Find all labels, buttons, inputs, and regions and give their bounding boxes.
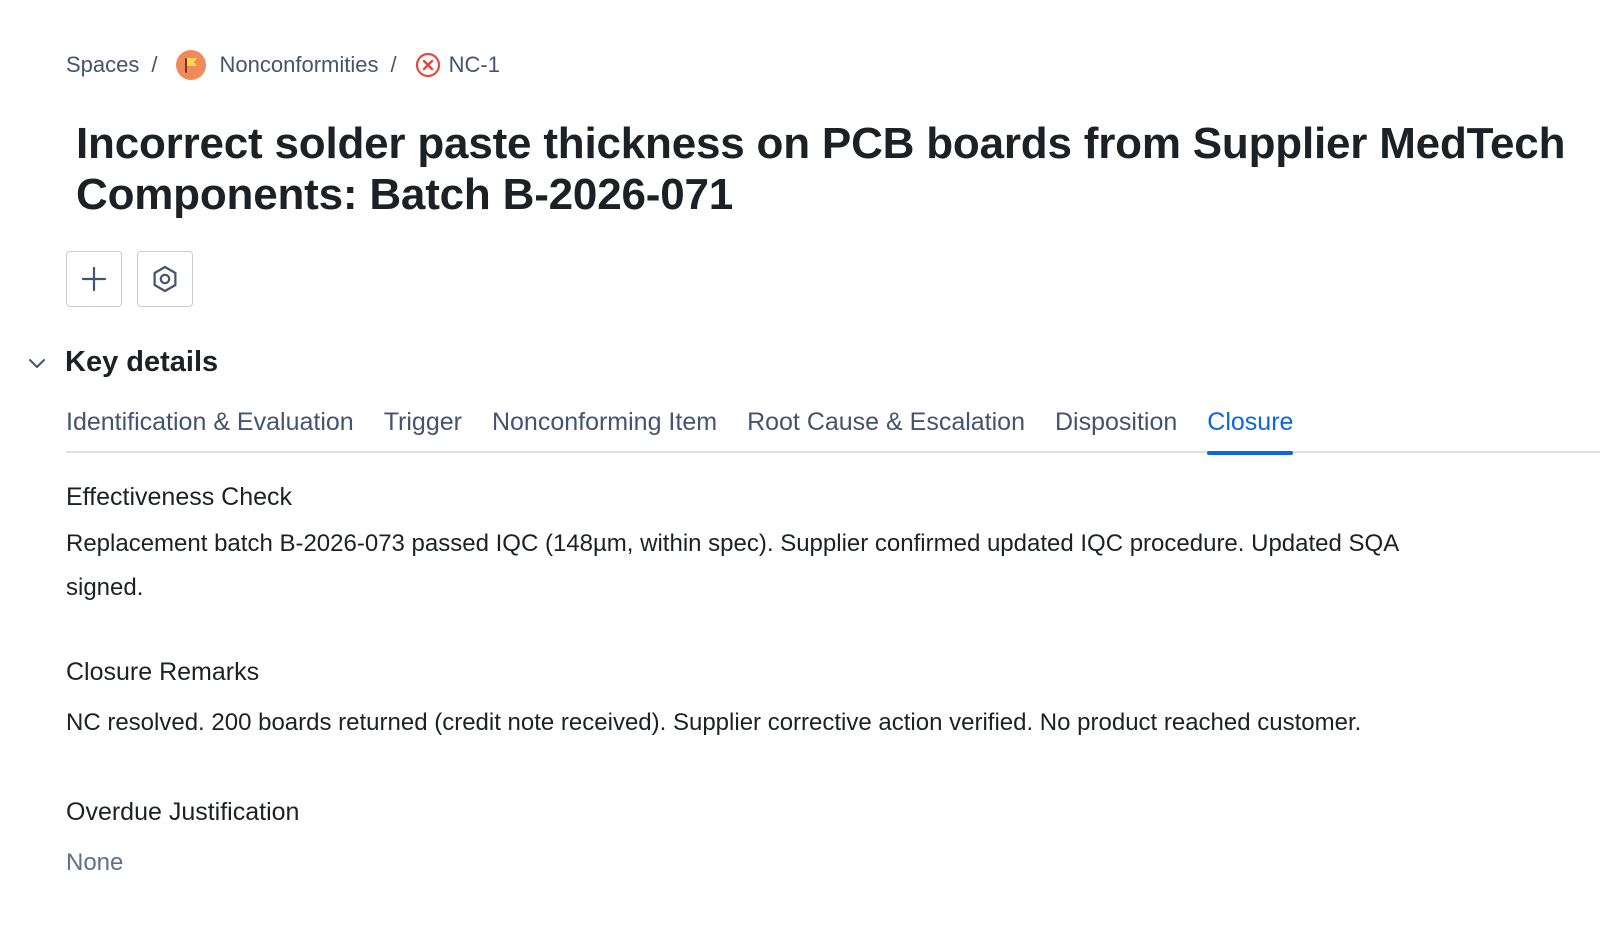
tab-disposition[interactable]: Disposition [1055,400,1177,453]
add-button[interactable] [66,251,122,307]
effectiveness-check-line: Replacement batch B-2026-073 passed IQC … [66,530,1400,557]
breadcrumb-spaces[interactable]: Spaces [66,52,139,78]
breadcrumb-project[interactable]: Nonconformities [220,52,379,78]
chevron-down-icon[interactable] [24,350,50,376]
breadcrumb-separator: / [390,52,397,77]
page-title-line: Components: Batch B-2026-071 [76,170,733,219]
tab-closure[interactable]: Closure [1207,400,1294,455]
issue-page: Spaces / Nonconformities / NC-1 Incorrec… [0,0,1600,925]
overdue-justification-value[interactable]: None [66,841,123,885]
key-details-title: Key details [65,346,219,378]
action-bar [66,251,193,307]
plus-icon [81,266,107,292]
closure-remarks-value[interactable]: NC resolved. 200 boards returned (credit… [66,701,1361,745]
breadcrumb-issue-key[interactable]: NC-1 [449,52,500,78]
tab-identification-evaluation[interactable]: Identification & Evaluation [66,400,354,453]
circle-x-icon [415,52,441,78]
overdue-justification-label: Overdue Justification [66,798,300,826]
breadcrumb-separator: / [151,52,158,77]
effectiveness-check-value[interactable]: Replacement batch B-2026-073 passed IQC … [66,522,1399,610]
hexagon-gear-icon [153,265,177,293]
page-title-line: Incorrect solder paste thickness on PCB … [76,119,1566,168]
tab-trigger[interactable]: Trigger [384,400,462,453]
key-details-header: Key details [24,346,218,379]
closure-remarks-label: Closure Remarks [66,658,260,686]
page-title[interactable]: Incorrect solder paste thickness on PCB … [76,118,1576,220]
effectiveness-check-line: signed. [66,574,144,601]
flag-icon [175,50,206,80]
key-details-tabs: Identification & Evaluation Trigger Nonc… [66,400,1600,455]
settings-button[interactable] [137,251,193,307]
effectiveness-check-label: Effectiveness Check [66,483,293,511]
tab-nonconforming-item[interactable]: Nonconforming Item [492,400,717,453]
tab-root-cause-escalation[interactable]: Root Cause & Escalation [747,400,1025,453]
breadcrumb: Spaces / Nonconformities / NC-1 [66,48,500,82]
